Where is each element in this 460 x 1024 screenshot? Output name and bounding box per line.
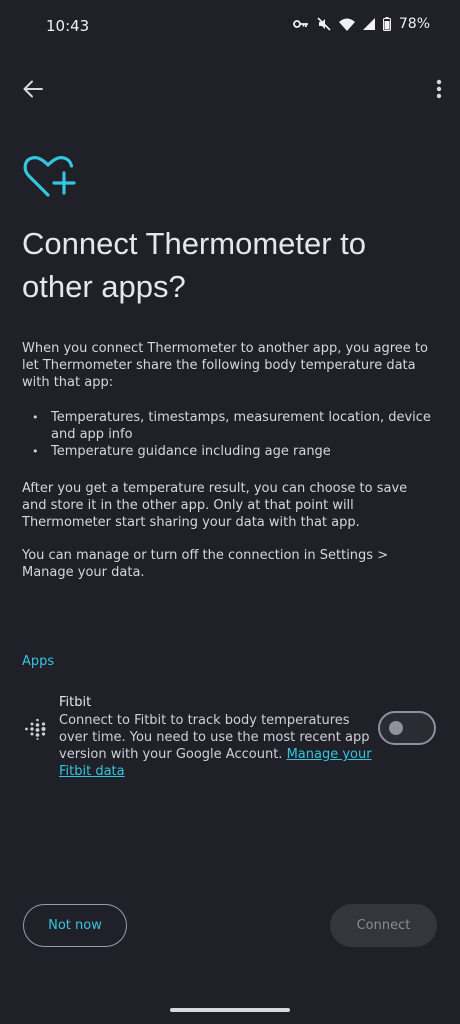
app-bar [0, 64, 460, 112]
not-now-button[interactable]: Not now [23, 904, 127, 947]
home-indicator[interactable] [170, 1008, 290, 1012]
manage-info-text: You can manage or turn off the connectio… [22, 548, 389, 580]
apps-section-header: Apps [22, 654, 55, 669]
sharing-info-text: After you get a temperature result, you … [22, 481, 408, 530]
status-icons: 78% [292, 16, 430, 32]
toggle-knob [389, 721, 403, 735]
fitbit-app-description: Connect to Fitbit to track body temperat… [59, 712, 377, 780]
list-item: Temperature guidance including age range [22, 443, 432, 460]
more-vert-icon [436, 79, 442, 99]
vpn-key-icon [292, 20, 308, 28]
battery-icon [382, 17, 391, 31]
arrow-left-icon [23, 80, 43, 98]
page-title: Connect Thermometer to other apps? [22, 226, 367, 304]
shared-data-list: Temperatures, timestamps, measurement lo… [22, 409, 432, 460]
connect-button[interactable]: Connect [330, 904, 437, 947]
fitbit-app-name: Fitbit [59, 695, 92, 710]
list-item: Temperatures, timestamps, measurement lo… [22, 409, 432, 443]
status-time: 10:43 [46, 17, 90, 35]
signal-icon [362, 18, 375, 30]
wifi-icon [338, 18, 355, 31]
more-options-button[interactable] [432, 74, 446, 104]
fitbit-app-row: Fitbit Connect to Fitbit to track body t… [0, 694, 460, 779]
fitbit-logo-icon [25, 718, 46, 740]
heart-plus-icon [23, 156, 76, 197]
mute-icon [317, 17, 331, 31]
back-button[interactable] [18, 74, 48, 104]
fitbit-connection-toggle[interactable] [378, 711, 436, 745]
intro-text: When you connect Thermometer to another … [22, 341, 428, 390]
status-bar: 10:43 78% [0, 0, 460, 52]
battery-percentage: 78% [398, 16, 430, 32]
